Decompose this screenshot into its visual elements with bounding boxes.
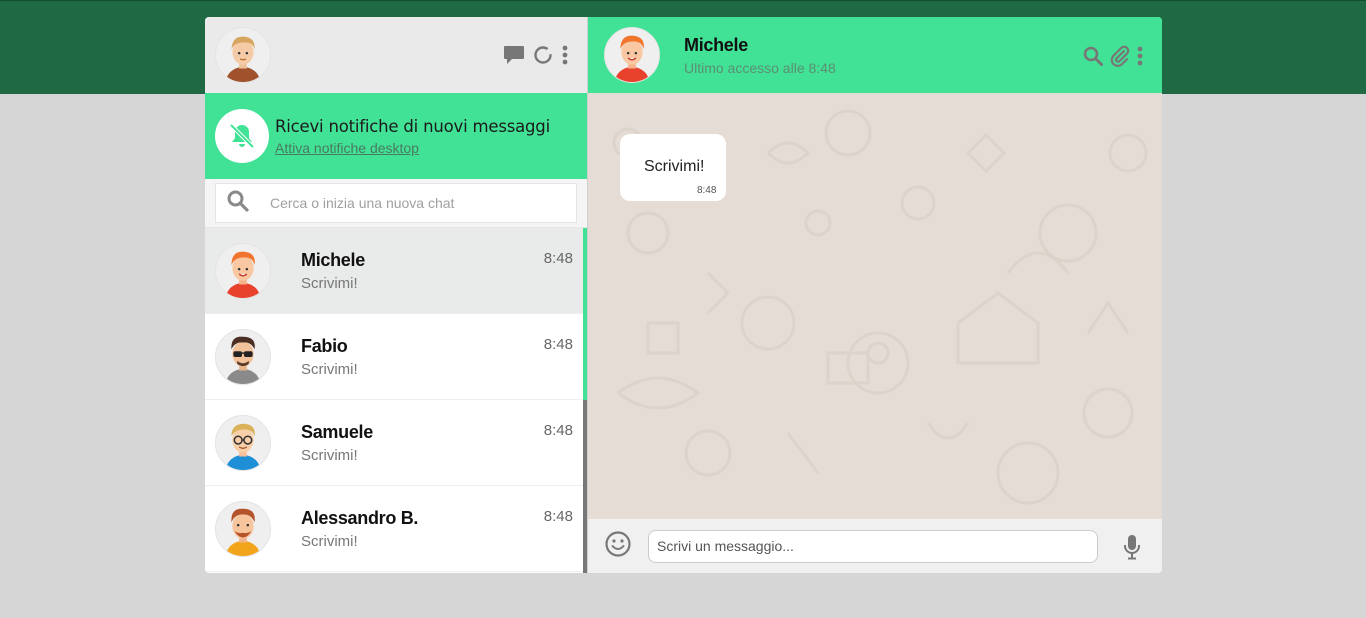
chat-item-samuele[interactable]: Samuele Scrivimi! 8:48 bbox=[205, 400, 587, 486]
message-composer bbox=[588, 519, 1162, 573]
chat-preview: Scrivimi! bbox=[301, 446, 358, 464]
avatar bbox=[215, 500, 271, 557]
microphone-icon[interactable] bbox=[1122, 533, 1142, 566]
avatar bbox=[215, 242, 271, 299]
sidebar-header-actions bbox=[503, 45, 569, 70]
search-icon bbox=[226, 189, 250, 218]
scrollbar-thumb[interactable] bbox=[583, 228, 587, 400]
chat-name: Fabio bbox=[301, 335, 348, 356]
chat-time: 8:48 bbox=[543, 336, 573, 353]
message-text: Scrivimi! bbox=[644, 158, 705, 175]
emoji-icon[interactable] bbox=[604, 530, 632, 563]
chat-info: Alessandro B. Scrivimi! bbox=[301, 508, 418, 550]
search-bar bbox=[205, 179, 587, 228]
last-seen-status: Ultimo accesso alle 8:48 bbox=[684, 59, 836, 76]
notification-banner: Ricevi notifiche di nuovi messaggi Attiv… bbox=[205, 93, 587, 179]
bell-off-icon bbox=[215, 109, 269, 163]
chat-item-michele[interactable]: Michele Scrivimi! 8:48 bbox=[205, 228, 587, 314]
conversation-header-actions bbox=[1082, 45, 1144, 72]
avatar bbox=[215, 328, 271, 385]
chat-time: 8:48 bbox=[543, 508, 573, 525]
chat-name: Samuele bbox=[301, 421, 373, 442]
sidebar-header bbox=[205, 17, 587, 93]
search-input[interactable] bbox=[270, 195, 550, 211]
chat-app: Ricevi notifiche di nuovi messaggi Attiv… bbox=[205, 17, 1162, 573]
chat-name: Michele bbox=[301, 249, 365, 270]
contact-name: Michele bbox=[684, 34, 748, 55]
conversation-header: Michele Ultimo accesso alle 8:48 bbox=[588, 17, 1162, 93]
kebab-menu-icon[interactable] bbox=[1136, 46, 1144, 71]
sidebar: Ricevi notifiche di nuovi messaggi Attiv… bbox=[205, 17, 588, 573]
paperclip-icon[interactable] bbox=[1110, 45, 1130, 72]
enable-notifications-link[interactable]: Attiva notifiche desktop bbox=[275, 140, 550, 156]
contact-info: Michele Ultimo accesso alle 8:48 bbox=[684, 35, 836, 76]
notification-text: Ricevi notifiche di nuovi messaggi Attiv… bbox=[275, 117, 550, 156]
avatar bbox=[215, 414, 271, 471]
message-area: Scrivimi! 8:48 bbox=[588, 93, 1162, 519]
notification-title: Ricevi notifiche di nuovi messaggi bbox=[275, 116, 550, 136]
message-time: 8:48 bbox=[696, 185, 717, 196]
chat-preview: Scrivimi! bbox=[301, 360, 358, 378]
message-input[interactable] bbox=[648, 529, 1098, 563]
conversation-panel: Michele Ultimo accesso alle 8:48 Scrivim… bbox=[588, 17, 1162, 573]
chat-list-scrollbar[interactable] bbox=[583, 228, 587, 573]
contact-avatar[interactable] bbox=[604, 27, 660, 83]
message-bubble: Scrivimi! 8:48 bbox=[620, 134, 727, 201]
kebab-menu-icon[interactable] bbox=[561, 45, 569, 70]
chat-info: Michele Scrivimi! bbox=[301, 250, 365, 292]
chat-item-alessandro[interactable]: Alessandro B. Scrivimi! 8:48 bbox=[205, 486, 587, 572]
chat-preview: Scrivimi! bbox=[301, 274, 358, 292]
chat-bubble-icon[interactable] bbox=[503, 45, 525, 70]
status-ring-icon[interactable] bbox=[533, 45, 553, 70]
search-icon[interactable] bbox=[1082, 45, 1104, 72]
chat-time: 8:48 bbox=[543, 422, 573, 439]
chat-info: Samuele Scrivimi! bbox=[301, 422, 373, 464]
chat-info: Fabio Scrivimi! bbox=[301, 336, 358, 378]
my-avatar[interactable] bbox=[215, 27, 271, 83]
chat-item-fabio[interactable]: Fabio Scrivimi! 8:48 bbox=[205, 314, 587, 400]
search-box bbox=[215, 183, 577, 223]
chat-name: Alessandro B. bbox=[301, 507, 419, 528]
chat-preview: Scrivimi! bbox=[301, 532, 358, 550]
chat-list: Michele Scrivimi! 8:48 Fabio Scrivimi! 8… bbox=[205, 228, 587, 573]
chat-time: 8:48 bbox=[543, 250, 573, 267]
